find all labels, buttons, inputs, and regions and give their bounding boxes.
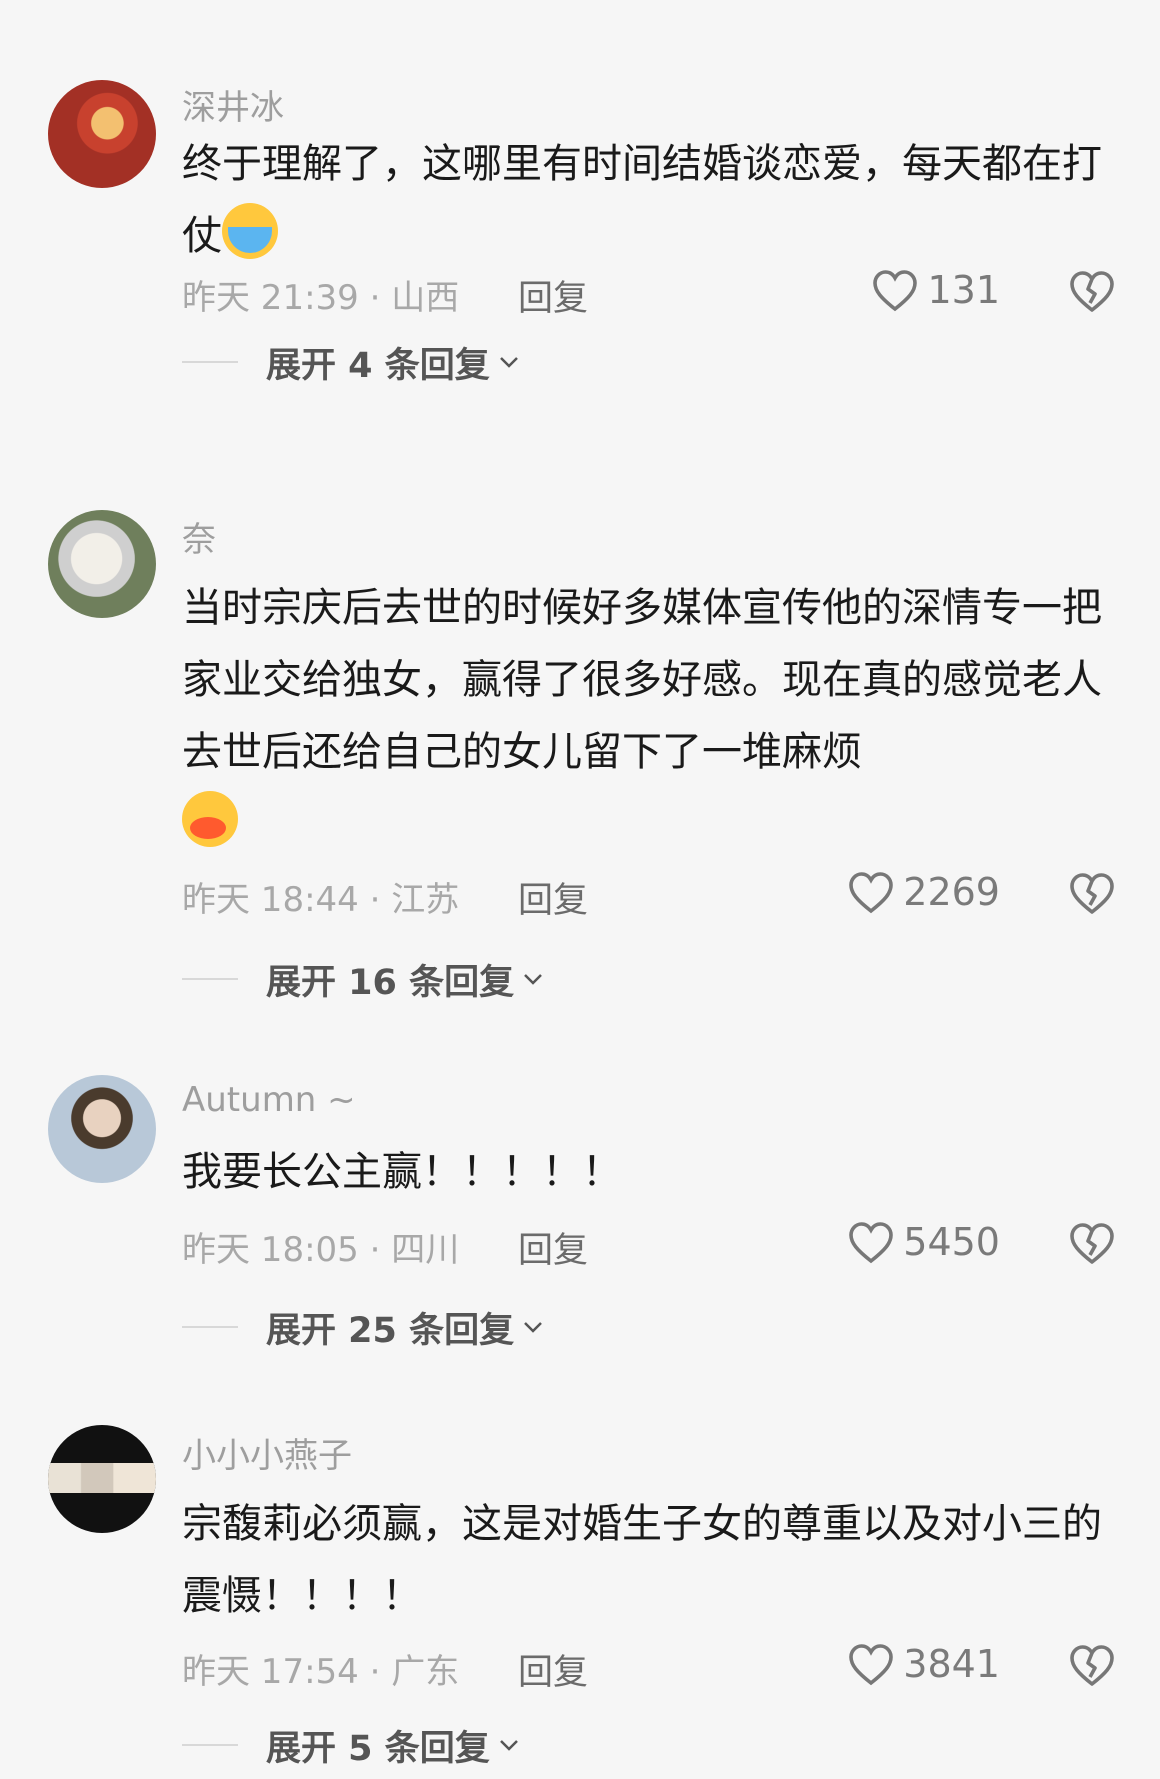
like-count: 3841	[903, 1642, 1000, 1686]
heart-icon	[849, 1222, 894, 1264]
reply-button[interactable]: 回复	[518, 1222, 588, 1273]
reply-button[interactable]: 回复	[518, 1644, 588, 1695]
expand-replies-button[interactable]: 展开 4 条回复	[182, 337, 520, 387]
chevron-down-icon	[499, 1740, 518, 1751]
avatar[interactable]	[48, 510, 156, 618]
reply-button[interactable]: 回复	[518, 872, 588, 923]
comment-text-content: 我要长公主赢！！！！！	[182, 1149, 622, 1195]
broken-heart-icon[interactable]	[1068, 1220, 1116, 1266]
chevron-down-icon	[524, 1322, 542, 1333]
expand-replies-label: 展开 5 条回复	[266, 1728, 490, 1769]
comment-text-content: 当时宗庆后去世的时候好多媒体宣传他的深情专一把家业交给独女，赢得了很多好感。现在…	[182, 585, 1102, 775]
divider	[182, 1326, 238, 1328]
chevron-down-icon	[524, 974, 542, 985]
broken-heart-icon[interactable]	[1068, 870, 1116, 916]
divider	[182, 361, 238, 363]
comment-text-content: 宗馥莉必须赢，这是对婚生子女的尊重以及对小三的震慑！！！！	[182, 1501, 1102, 1619]
expand-replies-button[interactable]: 展开 25 条回复	[182, 1302, 544, 1352]
comment-text-content: 终于理解了，这哪里有时间结婚谈恋爱，每天都在打仗	[182, 141, 1102, 259]
comment-username[interactable]: 小小小燕子	[182, 1428, 352, 1477]
like-count: 2269	[903, 870, 1000, 914]
heart-icon	[849, 1644, 894, 1686]
expand-replies-label: 展开 4 条回复	[266, 345, 490, 386]
comment-meta: 昨天 21:39 · 山西	[182, 278, 460, 318]
avatar-photo	[48, 1463, 156, 1493]
like-button[interactable]: 2269	[847, 866, 1000, 918]
like-button[interactable]: 3841	[847, 1638, 1000, 1690]
comment-meta: 昨天 18:05 · 四川	[182, 1230, 460, 1270]
like-count: 5450	[903, 1220, 1000, 1264]
avatar[interactable]	[48, 80, 156, 188]
expand-replies-label: 展开 25 条回复	[266, 1310, 515, 1351]
comment-text: 终于理解了，这哪里有时间结婚谈恋爱，每天都在打仗	[182, 128, 1112, 272]
like-button[interactable]: 5450	[847, 1216, 1000, 1268]
heart-icon	[873, 270, 918, 312]
broken-heart-icon[interactable]	[1068, 1642, 1116, 1688]
comment-text: 我要长公主赢！！！！！	[182, 1136, 1112, 1208]
like-count: 131	[927, 268, 1000, 312]
comment-meta: 昨天 18:44 · 江苏	[182, 880, 460, 920]
crying-face-icon	[222, 203, 278, 259]
comment-text: 当时宗庆后去世的时候好多媒体宣传他的深情专一把家业交给独女，赢得了很多好感。现在…	[182, 572, 1112, 860]
chevron-down-icon	[499, 357, 518, 368]
heart-icon	[849, 872, 894, 914]
comment-username[interactable]: 奈	[182, 512, 216, 561]
broken-heart-icon[interactable]	[1068, 268, 1116, 314]
divider	[182, 978, 238, 980]
duck-lips-face-icon	[182, 791, 238, 847]
comment-meta: 昨天 17:54 · 广东	[182, 1652, 460, 1692]
comment-username[interactable]: 深井冰	[182, 80, 284, 129]
divider	[182, 1744, 238, 1746]
expand-replies-label: 展开 16 条回复	[266, 962, 515, 1003]
reply-button[interactable]: 回复	[518, 270, 588, 321]
expand-replies-button[interactable]: 展开 5 条回复	[182, 1720, 520, 1770]
expand-replies-button[interactable]: 展开 16 条回复	[182, 954, 544, 1004]
comment-text: 宗馥莉必须赢，这是对婚生子女的尊重以及对小三的震慑！！！！	[182, 1488, 1112, 1632]
like-button[interactable]: 131	[871, 264, 1000, 316]
avatar[interactable]	[48, 1075, 156, 1183]
avatar[interactable]	[48, 1425, 156, 1533]
comment-username[interactable]: Autumn ~	[182, 1080, 356, 1120]
